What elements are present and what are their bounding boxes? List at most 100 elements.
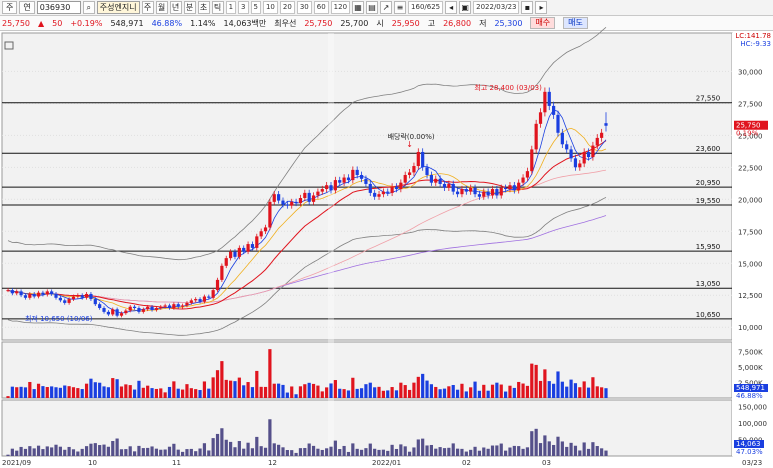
volume-bar	[167, 386, 172, 398]
volume-bar	[32, 389, 36, 398]
amount-bar	[132, 451, 137, 456]
amount-bar	[565, 446, 569, 456]
candle-body	[508, 185, 512, 190]
candle-body	[146, 306, 150, 310]
amount-tick-label: 150,000	[738, 404, 767, 412]
candle-body	[403, 174, 407, 183]
volume-bar	[425, 380, 429, 398]
amount-bar	[342, 445, 346, 456]
volume-bar	[84, 383, 89, 398]
amount-bar	[185, 449, 189, 456]
candle-body	[28, 293, 32, 298]
amount-bar	[23, 448, 28, 456]
candle-body	[447, 183, 451, 188]
volume-bar	[538, 380, 543, 398]
candle-body	[477, 194, 482, 197]
volume-bar	[6, 396, 10, 398]
amount-bar	[141, 448, 145, 456]
amount-bar	[464, 451, 468, 456]
volume-bar	[403, 385, 407, 398]
x-axis-label: 03/23	[742, 459, 762, 467]
amount-bar	[220, 428, 224, 456]
candle-body	[84, 293, 89, 298]
volume-bar	[460, 383, 464, 398]
price-tick-label: 12,500	[738, 292, 763, 300]
period-low-label: 최저 10,650 (10/06)	[25, 314, 93, 323]
candle-body	[6, 290, 10, 292]
candle-body	[381, 191, 385, 195]
volume-bar	[198, 390, 202, 398]
volume-bar	[311, 383, 316, 398]
volume-bar	[482, 384, 486, 398]
volume-bar	[98, 382, 102, 398]
amount-bar	[595, 446, 599, 456]
amount-bar	[207, 450, 211, 456]
volume-bar	[552, 383, 556, 398]
volume-bar	[294, 394, 298, 398]
volume-bar	[80, 389, 84, 398]
candle-body	[399, 182, 403, 190]
amount-bar	[329, 446, 333, 456]
amount-bar	[517, 446, 521, 456]
amount-bar	[45, 446, 49, 456]
volume-bar	[386, 390, 390, 398]
amount-bar	[211, 438, 215, 456]
amount-bar	[36, 445, 41, 456]
volume-bar	[250, 387, 255, 398]
candle-body	[368, 183, 372, 193]
candle-body	[220, 265, 224, 280]
volume-bar	[224, 379, 228, 398]
volume-bar	[246, 382, 250, 398]
volume-bar	[394, 390, 399, 398]
amount-bar	[442, 448, 447, 456]
stock-chart[interactable]: 30,00027,50025,00022,50020,00017,50015,0…	[0, 0, 773, 468]
amount-bar	[455, 448, 460, 456]
volume-bar	[23, 387, 28, 398]
volume-bar	[407, 389, 412, 398]
amount-bar	[268, 419, 272, 456]
amount-bar	[416, 439, 420, 456]
price-panel	[1, 32, 733, 341]
price-tick-label: 10,000	[738, 324, 763, 332]
volume-bar	[263, 386, 268, 398]
price-tick-label: 27,500	[738, 100, 763, 108]
volume-bar	[377, 386, 381, 398]
volume-bar	[504, 391, 508, 398]
amount-bar	[521, 448, 525, 456]
candle-body	[167, 305, 172, 309]
candle-body	[569, 149, 573, 159]
amount-bar	[189, 448, 193, 456]
amount-bar	[359, 449, 364, 456]
amount-bar	[538, 443, 543, 456]
amount-bar	[508, 447, 512, 456]
volume-tick-label: 5,000K	[738, 364, 763, 372]
candle-body	[333, 180, 337, 191]
candle-body	[578, 163, 582, 168]
volume-bar	[346, 390, 351, 398]
candle-body	[464, 189, 468, 192]
candle-body	[429, 174, 434, 183]
amount-bar	[368, 443, 372, 456]
amount-bar	[89, 443, 93, 456]
x-axis-label: 2022/01	[372, 459, 401, 467]
amount-bar	[407, 451, 412, 456]
amount-bar	[504, 450, 508, 456]
candle-body	[246, 244, 250, 252]
amount-bar	[604, 450, 608, 456]
volume-bar	[163, 392, 167, 398]
candle-body	[582, 151, 586, 164]
amount-bar	[180, 451, 185, 456]
level-label: 20,950	[696, 179, 721, 187]
volume-bar	[237, 377, 241, 398]
amount-bar	[28, 446, 32, 456]
x-axis-label: 10	[88, 459, 97, 467]
volume-bar	[137, 380, 141, 398]
amount-bar	[194, 451, 198, 456]
candle-body	[198, 299, 202, 302]
candle-body	[552, 105, 556, 115]
volume-bar	[582, 381, 586, 398]
volume-tag: 548,971	[736, 384, 765, 392]
volume-bar	[447, 386, 451, 398]
volume-bar	[600, 387, 604, 398]
amount-bar	[58, 446, 62, 456]
